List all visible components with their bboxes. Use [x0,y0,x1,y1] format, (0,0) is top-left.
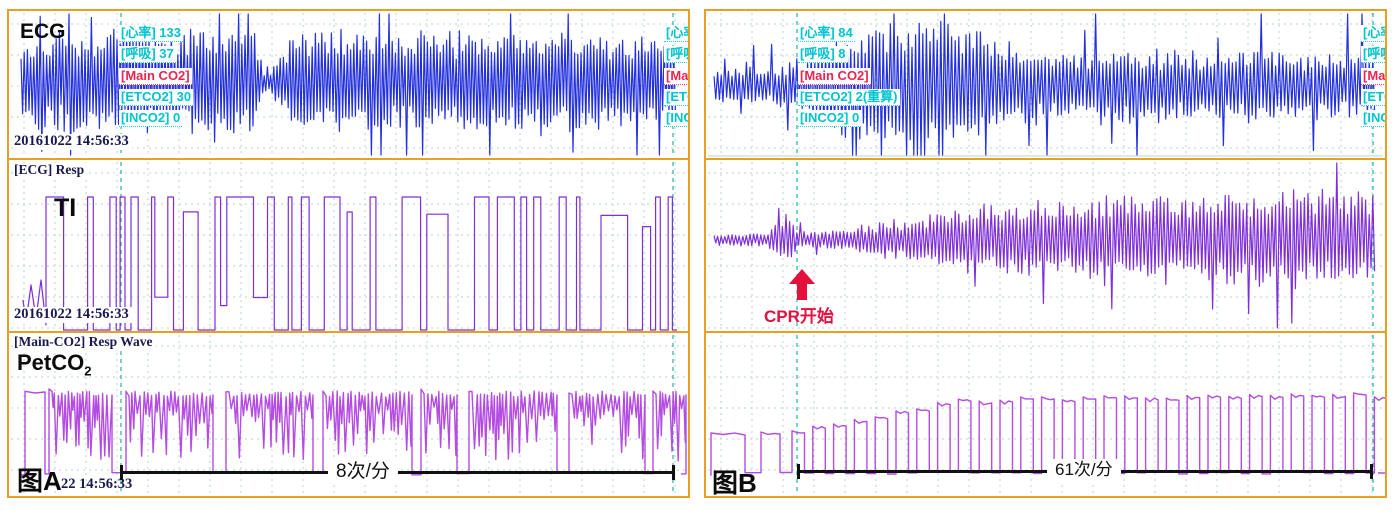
vital-label: [Main CO2] [119,68,192,85]
vital-label: [Main CO2] [798,68,871,85]
vital-label: [心率] 133 [119,25,183,42]
petco2-subscript: 2 [84,363,91,378]
wave-label-petco2: PetCO2 [17,352,91,377]
vital-label: [呼吸] 37 [664,46,690,63]
vital-label: [INCO2] 0 [119,110,182,127]
vital-label: [Main CO2] [664,68,690,85]
resp-waveform [714,163,1375,328]
vital-label: [INCO2] 0 [1361,110,1387,127]
section-header-co2: [Main-CO2] Resp Wave [14,335,156,350]
vital-label: [Main CO2] [1361,68,1387,85]
section-divider [9,331,688,333]
arrow-head [789,269,815,284]
section-divider [9,158,688,160]
caption-timestamp-a: 22 14:56:33 [61,477,135,493]
vital-label: [呼吸] 8 [1361,46,1387,63]
timestamp-ecg: 20161022 14:56:33 [14,134,132,150]
wave-label-ti: TI [54,196,76,221]
figure-caption-b: 图B [712,470,757,496]
vital-label: [心率] 84 [1361,25,1387,42]
panel-figure-a: ECG 20161022 14:56:33 [ECG] Resp TI 2016… [7,9,690,498]
vital-label: [INCO2] 0 [664,110,690,127]
vital-label: [心率] 84 [798,25,855,42]
panel-figure-b: CPR开始 图B 61次/分 [心率] 84 [呼吸] 8 [Main CO2] [E… [704,9,1387,498]
bracket-tick-right [672,465,675,480]
figure-canvas: ECG 20161022 14:56:33 [ECG] Resp TI 2016… [0,0,1400,518]
vital-label: [呼吸] 37 [119,46,176,63]
vital-label: [ETCO2] 2(重算) [798,89,900,106]
rate-bracket-b: 61次/分 [797,470,1373,473]
vital-label: [ETCO2] 30 [119,89,193,106]
section-header-resp: [ECG] Resp [14,163,87,178]
bracket-tick-left [797,464,800,479]
vital-label: [呼吸] 8 [798,46,848,63]
vital-label: [心率] 133 [664,25,690,42]
bracket-tick-right [1370,464,1373,479]
cpr-arrow-icon [789,269,815,300]
rate-label-b: 61次/分 [1047,459,1121,481]
cpr-start-label: CPR开始 [764,308,834,325]
vital-label: [INCO2] 0 [798,110,861,127]
section-divider [706,158,1385,160]
bracket-tick-left [120,465,123,480]
timestamp-resp: 20161022 14:56:33 [14,307,132,323]
vital-label: [ETCO2] 30 [664,89,690,106]
rate-bracket-a: 8次/分 [120,471,675,474]
figure-caption-a: 图A [17,468,62,494]
petco2-text: PetCO [17,350,84,375]
section-divider [706,331,1385,333]
arrow-stem [797,284,807,300]
wave-label-ecg: ECG [20,21,66,42]
vital-label: [ETCO2] 2(重算) [1361,89,1387,106]
resp-wave-plot [706,160,1385,331]
rate-label-a: 8次/分 [328,460,398,485]
